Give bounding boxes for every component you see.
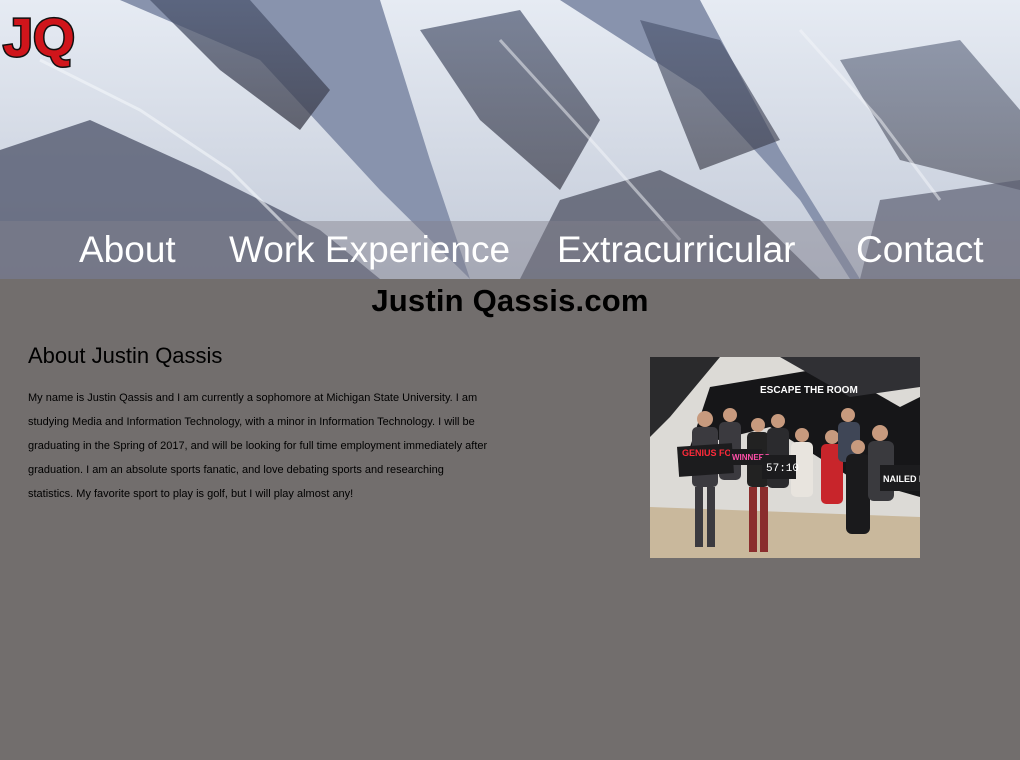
about-paragraph: My name is Justin Qassis and I am curren… bbox=[28, 392, 488, 500]
escape-room-group-photo-image: ESCAPE THE ROOM GENIUS FOR HIRE WINNERS … bbox=[650, 357, 920, 558]
sign-escape-the-room: ESCAPE THE ROOM bbox=[760, 385, 858, 396]
site-title: Justin Qassis.com bbox=[371, 283, 649, 318]
sign-time: 57:10 bbox=[766, 463, 799, 475]
nav-work-experience-link[interactable]: Work Experience bbox=[229, 229, 510, 271]
nav-contact-link[interactable]: Contact bbox=[856, 229, 984, 271]
jq-logo[interactable]: JQ bbox=[0, 0, 78, 70]
hero-banner: JQ About Work Experience Extracurricular… bbox=[0, 0, 1020, 279]
main-nav: About Work Experience Extracurricular Co… bbox=[0, 221, 1020, 279]
about-heading: About Justin Qassis bbox=[28, 343, 223, 368]
nav-extracurricular-link[interactable]: Extracurricular bbox=[557, 229, 796, 271]
sign-nailed-it: NAILED IT bbox=[883, 474, 920, 484]
group-photo: ESCAPE THE ROOM GENIUS FOR HIRE WINNERS … bbox=[650, 357, 920, 558]
logo-text: JQ bbox=[3, 8, 75, 68]
nav-about-link[interactable]: About bbox=[79, 229, 176, 271]
